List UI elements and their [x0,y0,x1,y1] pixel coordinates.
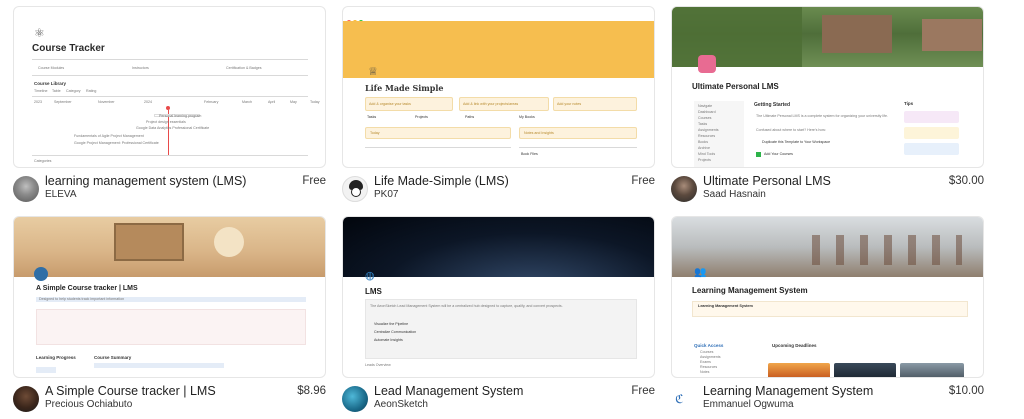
template-price: $10.00 [948,385,984,397]
template-price: $30.00 [948,175,984,187]
template-meta: Lead Management System AeonSketch Free [342,384,655,414]
thumb-heading: LMS [365,287,382,296]
thumb-heading: Life Made Simple [365,83,444,93]
template-meta: A Simple Course tracker | LMS Precious O… [13,384,326,414]
template-meta: Life Made-Simple (LMS) PK07 Free [342,174,655,204]
avatar: ℭ [671,386,697,412]
globe-icon: ◍ [365,270,375,282]
template-price: $8.96 [297,385,326,397]
template-meta: Ultimate Personal LMS Saad Hasnain $30.0… [671,174,984,204]
template-thumbnail[interactable]: ⚛ Course Tracker Course Modules Instruct… [13,6,326,168]
profile-icon [698,55,716,73]
template-author[interactable]: Saad Hasnain [703,189,766,200]
avatar [671,176,697,202]
template-price: Free [302,175,326,187]
atom-icon: ⚛ [34,26,45,40]
template-thumbnail[interactable]: Ultimate Personal LMS Navigate Dashboard… [671,6,984,168]
avatar [342,386,368,412]
template-meta: ℭ Learning Management System Emmanuel Og… [671,384,984,414]
avatar [342,176,368,202]
profile-icon [34,267,48,281]
template-thumbnail[interactable]: 👥 Learning Management System Learning Ma… [671,216,984,378]
template-title[interactable]: learning management system (LMS) [45,174,246,188]
template-title[interactable]: Learning Management System [703,384,873,398]
template-price: Free [631,175,655,187]
template-title[interactable]: A Simple Course tracker | LMS [45,384,216,398]
avatar [13,176,39,202]
template-gallery: ⚛ Course Tracker Course Modules Instruct… [0,0,1024,419]
template-meta: learning management system (LMS) ELEVA F… [13,174,326,204]
avatar [13,386,39,412]
template-author[interactable]: PK07 [374,189,398,200]
template-title[interactable]: Lead Management System [374,384,523,398]
template-thumbnail[interactable]: A Simple Course tracker | LMS Designed t… [13,216,326,378]
cover-image [343,217,654,277]
template-title[interactable]: Life Made-Simple (LMS) [374,174,509,188]
trophy-icon: ♕ [368,66,378,78]
thumb-heading: Learning Management System [692,286,808,295]
thumb-sidebar: Navigate Dashboard Courses Tasks Assignm… [694,101,744,167]
people-icon: 👥 [694,267,707,278]
template-author[interactable]: Precious Ochiabuto [45,399,132,410]
template-author[interactable]: Emmanuel Ogwuma [703,399,794,410]
template-author[interactable]: ELEVA [45,189,77,200]
template-price: Free [631,385,655,397]
thumb-heading: A Simple Course tracker | LMS [36,285,138,292]
cover-image [343,21,654,78]
template-thumbnail[interactable]: ◍ LMS The AeonSketch Lead Management Sys… [342,216,655,378]
template-author[interactable]: AeonSketch [374,399,428,410]
thumb-heading: Ultimate Personal LMS [692,82,779,91]
thumb-heading: Course Tracker [32,43,105,54]
template-thumbnail[interactable]: ♕ Life Made Simple Add & organise your t… [342,6,655,168]
template-title[interactable]: Ultimate Personal LMS [703,174,831,188]
